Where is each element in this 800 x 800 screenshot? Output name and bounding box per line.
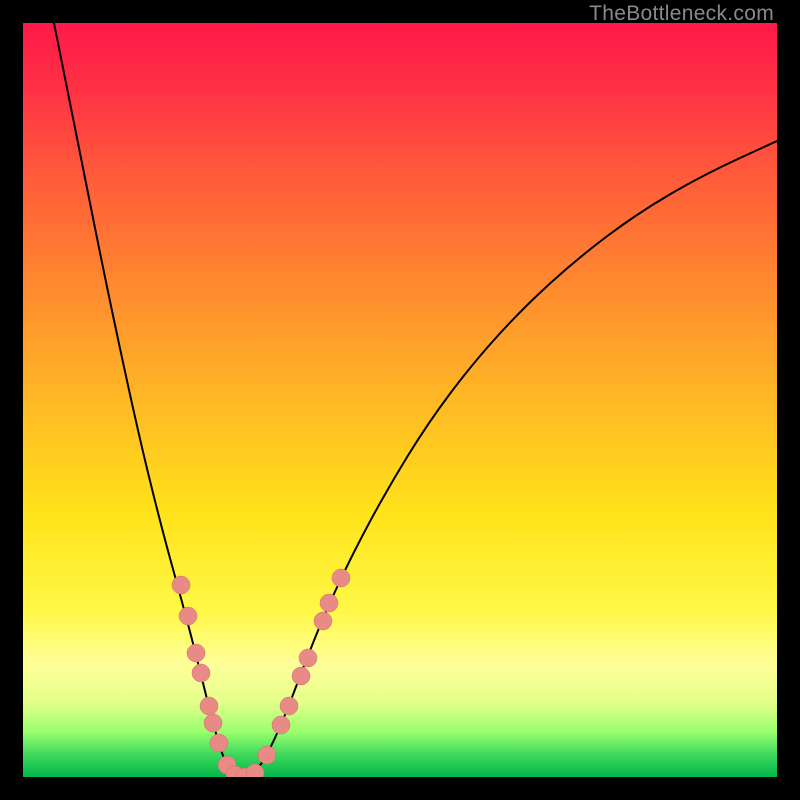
right-curve <box>243 141 777 777</box>
data-point <box>192 664 210 682</box>
data-point <box>299 649 317 667</box>
data-point <box>320 594 338 612</box>
data-point <box>246 764 264 777</box>
data-point <box>172 576 190 594</box>
data-point <box>272 716 290 734</box>
data-point <box>280 697 298 715</box>
left-curve <box>54 23 243 777</box>
data-point <box>210 734 228 752</box>
chart-svg <box>23 23 777 777</box>
data-points-group <box>172 569 350 777</box>
data-point <box>292 667 310 685</box>
data-point <box>332 569 350 587</box>
data-point <box>258 746 276 764</box>
data-point <box>179 607 197 625</box>
data-point <box>187 644 205 662</box>
data-point <box>200 697 218 715</box>
data-point <box>204 714 222 732</box>
chart-frame <box>23 23 777 777</box>
data-point <box>314 612 332 630</box>
